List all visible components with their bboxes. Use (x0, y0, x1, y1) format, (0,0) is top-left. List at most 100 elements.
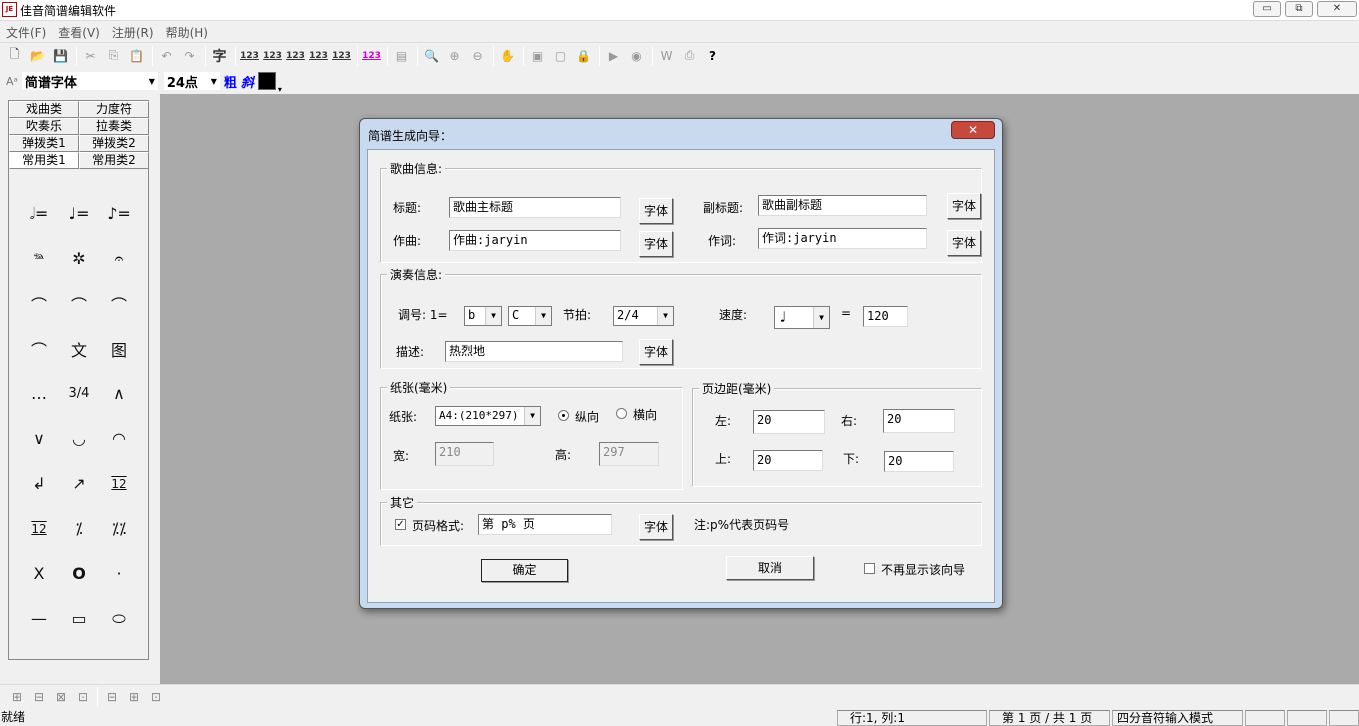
lyricist-input[interactable]: 作词:jaryin (758, 228, 927, 249)
number-style-1-button[interactable]: 123 (239, 46, 260, 66)
margin-left-input[interactable]: 20 (753, 410, 825, 434)
text-icon[interactable]: 文 (59, 326, 99, 371)
slur-bracket-icon[interactable]: ⌒ (19, 281, 59, 326)
quarter-note-tempo-icon[interactable]: ♩= (59, 191, 99, 236)
tab-common-1[interactable]: 常用类1 (9, 152, 79, 169)
line-icon[interactable]: — (19, 596, 59, 641)
number-style-2-button[interactable]: 123 (262, 46, 283, 66)
menu-help[interactable]: 帮助(H) (160, 22, 214, 41)
landscape-radio[interactable] (616, 408, 627, 419)
margin-top-input[interactable]: 20 (753, 450, 823, 471)
slur-right-icon[interactable]: ⌒ (99, 281, 139, 326)
tie-under-icon[interactable]: ◡ (59, 416, 99, 461)
dont-show-checkbox[interactable] (864, 563, 875, 574)
half-note-tempo-icon[interactable]: 𝅗𝅥= (19, 191, 59, 236)
number-style-5-button[interactable]: 123 (331, 46, 352, 66)
page-format-input[interactable]: 第 p% 页 (478, 514, 612, 535)
description-input[interactable]: 热烈地 (445, 341, 623, 362)
group-icon[interactable]: ▣ (527, 46, 548, 66)
subtitle-input[interactable]: 歌曲副标题 (758, 195, 927, 216)
same-width-icon[interactable]: ⊟ (101, 688, 123, 706)
accent-down-icon[interactable]: ∨ (19, 416, 59, 461)
description-font-button[interactable]: 字体 (639, 339, 673, 365)
portrait-radio[interactable] (558, 410, 569, 421)
pedal-icon[interactable]: 𝆮 (19, 236, 59, 281)
align-bottom-icon[interactable]: ⊡ (72, 688, 94, 706)
page-format-checkbox[interactable]: ✓ (395, 519, 406, 530)
align-left-icon[interactable]: ⊞ (6, 688, 28, 706)
accent-up-icon[interactable]: ∧ (99, 371, 139, 416)
ellipsis-icon[interactable]: … (19, 371, 59, 416)
pedal-release-icon[interactable]: ✲ (59, 236, 99, 281)
font-color-button[interactable] (257, 72, 282, 94)
meter-select[interactable]: 2/4 ▼ (613, 306, 674, 326)
number-style-pink-button[interactable]: 123 (361, 46, 382, 66)
dialog-close-icon[interactable]: ✕ (951, 121, 995, 139)
tab-opera[interactable]: 戏曲类 (9, 101, 79, 118)
redo-icon[interactable]: ↷ (179, 46, 200, 66)
tie-over-icon[interactable]: ◠ (99, 416, 139, 461)
align-top-icon[interactable]: ⊠ (50, 688, 72, 706)
lyricist-font-button[interactable]: 字体 (947, 230, 981, 256)
menu-file[interactable]: 文件(F) (0, 22, 52, 41)
print-icon[interactable]: ⎙ (679, 46, 700, 66)
ellipse-icon[interactable]: ⬭ (99, 596, 139, 641)
zoom-icon[interactable]: 🔍 (421, 46, 442, 66)
image-icon[interactable]: 图 (99, 326, 139, 371)
hand-icon[interactable]: ✋ (497, 46, 518, 66)
close-icon[interactable]: ✕ (1317, 1, 1357, 17)
help-icon[interactable]: ? (702, 46, 723, 66)
margin-bottom-input[interactable]: 20 (884, 451, 954, 472)
same-size-icon[interactable]: ⊡ (145, 688, 167, 706)
paper-size-select[interactable]: A4:(210*297) ▼ (435, 406, 541, 426)
font-name-select[interactable]: 简谱字体 ▼ (21, 72, 158, 91)
ok-button[interactable]: 确定 (481, 559, 568, 582)
tab-plucked-1[interactable]: 弹拨类1 (9, 135, 79, 152)
restore-icon[interactable]: ⧉ (1285, 1, 1313, 17)
cancel-button[interactable]: 取消 (726, 556, 814, 580)
subtitle-font-button[interactable]: 字体 (947, 193, 981, 219)
volta-bracket-icon[interactable]: 12 (19, 506, 59, 551)
key-accidental-select[interactable]: b ▼ (464, 306, 502, 326)
key-note-select[interactable]: C ▼ (508, 306, 552, 326)
number-style-3-button[interactable]: 123 (285, 46, 306, 66)
fermata-icon[interactable]: 𝄐 (99, 236, 139, 281)
lock-icon[interactable]: 🔒 (573, 46, 594, 66)
rectangle-icon[interactable]: ▭ (59, 596, 99, 641)
same-height-icon[interactable]: ⊞ (123, 688, 145, 706)
time-signature-icon[interactable]: 3/4 (59, 371, 99, 416)
tempo-note-select[interactable]: ♩ ▼ (774, 306, 830, 329)
menu-register[interactable]: 注册(R) (106, 22, 160, 41)
copy-icon[interactable]: ⎘ (103, 46, 124, 66)
tab-plucked-2[interactable]: 弹拨类2 (79, 135, 149, 152)
eighth-note-tempo-icon[interactable]: ♪= (99, 191, 139, 236)
play-icon[interactable]: ▶ (603, 46, 624, 66)
paste-icon[interactable]: 📋 (126, 46, 147, 66)
italic-button[interactable]: 斜 (241, 72, 254, 91)
title-font-button[interactable]: 字体 (639, 198, 673, 224)
repeat-two-measure-icon[interactable]: ⁒⁒ (99, 506, 139, 551)
undo-icon[interactable]: ↶ (156, 46, 177, 66)
repeat-measure-icon[interactable]: ⁒ (59, 506, 99, 551)
bold-button[interactable]: 粗 (224, 72, 237, 91)
align-right-icon[interactable]: ⊟ (28, 688, 50, 706)
title-input[interactable]: 歌曲主标题 (449, 197, 621, 218)
menu-view[interactable]: 查看(V) (52, 22, 106, 41)
composer-font-button[interactable]: 字体 (639, 231, 673, 257)
text-char-button[interactable]: 字 (209, 46, 230, 66)
glide-down-icon[interactable]: ↲ (19, 461, 59, 506)
glide-up-icon[interactable]: ↗ (59, 461, 99, 506)
minimize-icon[interactable]: ▭ (1253, 1, 1281, 17)
open-folder-icon[interactable]: 📂 (27, 46, 48, 66)
composer-input[interactable]: 作曲:jaryin (449, 230, 621, 251)
slur-icon[interactable]: ⌒ (59, 281, 99, 326)
page-format-font-button[interactable]: 字体 (639, 514, 673, 540)
new-file-icon[interactable]: 🗋 (4, 46, 25, 66)
cut-icon[interactable]: ✂ (80, 46, 101, 66)
record-icon[interactable]: ◉ (626, 46, 647, 66)
number-style-4-button[interactable]: 123 (308, 46, 329, 66)
tab-wind[interactable]: 吹奏乐 (9, 118, 79, 135)
tab-dynamics[interactable]: 力度符 (79, 101, 149, 118)
tempo-input[interactable]: 120 (863, 306, 908, 327)
ungroup-icon[interactable]: ▢ (550, 46, 571, 66)
